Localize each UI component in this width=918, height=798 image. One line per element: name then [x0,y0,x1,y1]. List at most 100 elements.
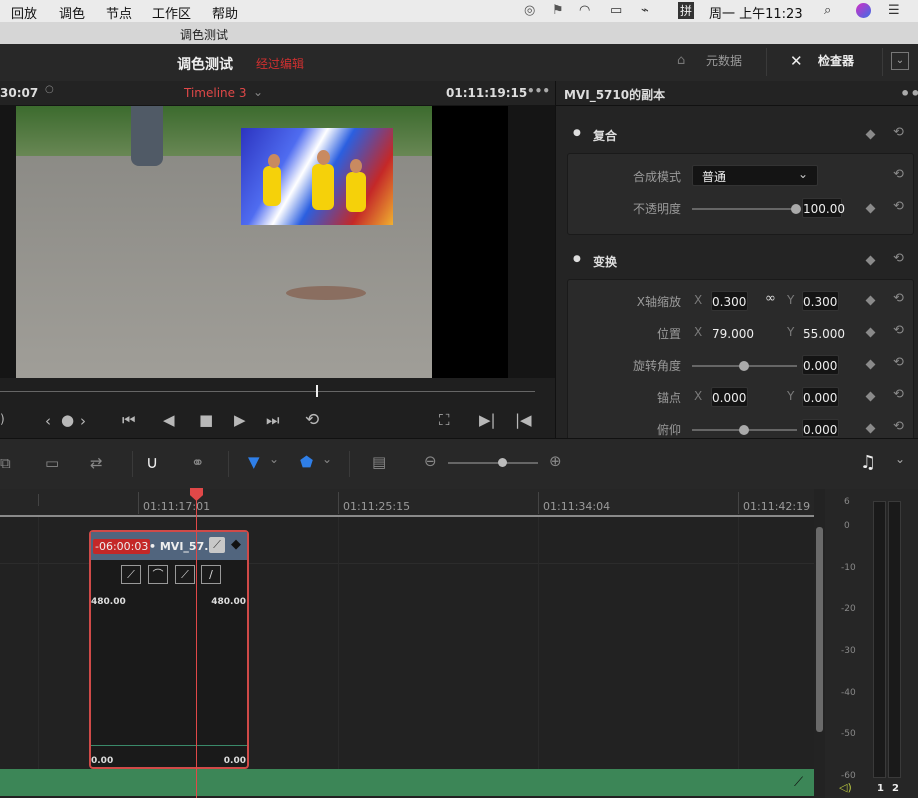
next-clip-icon[interactable]: › [80,412,86,430]
vscroll-thumb[interactable] [816,527,823,732]
go-to-end-icon[interactable]: ⏭ [266,411,280,429]
control-center-icon[interactable]: ☰ [888,3,900,18]
ease-in-curve-icon[interactable]: ⟋ [121,565,141,584]
play-reverse-icon[interactable]: ◀ [163,411,175,429]
ease-curve-icon[interactable]: ⌒ [148,565,168,584]
play-icon[interactable]: ▶ [234,411,246,429]
toolbar-divider [228,451,229,477]
playhead[interactable] [196,489,197,798]
audio-track-clip[interactable]: ⟋ [0,769,814,796]
flag-icon[interactable]: ▼ [248,453,260,471]
reset-icon[interactable]: ⟲ [893,323,904,338]
wifi-icon[interactable]: ◠ [579,3,590,18]
pitch-slider-knob[interactable] [739,425,749,435]
airplay-icon[interactable]: ▭ [610,3,622,18]
music-note-icon[interactable]: ♫ [860,452,876,473]
zoom-y-field[interactable]: 0.300 [802,291,839,311]
prev-clip-icon[interactable]: ‹ [45,412,51,430]
opacity-slider[interactable] [692,208,797,210]
section-toggle-icon[interactable]: ● [573,128,581,138]
curve-editor-icon[interactable]: ⟋ [209,537,225,553]
metadata-button[interactable]: 元数据 [706,52,742,69]
creative-cloud-icon[interactable]: ◎ [524,3,535,18]
zoom-slider[interactable] [448,462,538,464]
opacity-field[interactable]: 100.00 [802,198,845,218]
curve-bottom-right-value: 0.00 [223,756,246,766]
reset-icon[interactable]: ⟲ [893,355,904,370]
insert-clip-icon[interactable]: ▭ [45,454,59,472]
timeline-ruler[interactable]: 01:11:17:01 01:11:25:15 01:11:34:04 01:1… [0,489,814,521]
clock[interactable]: 周一 上午11:23 [709,3,803,22]
keyframe-icon[interactable]: ◆ [231,537,241,552]
go-to-start-icon[interactable]: ⏮ [122,411,136,429]
scrub-head[interactable] [316,385,318,397]
battery-icon[interactable]: ⌁ [641,3,649,18]
chevron-down-icon[interactable]: ⌄ [269,452,279,466]
next-edit-icon[interactable]: ▶| [479,411,496,429]
chevron-down-icon[interactable]: ⌄ [253,85,263,99]
replace-clip-icon[interactable]: ⇄ [90,454,103,472]
reset-icon[interactable]: ⟲ [893,387,904,402]
audio-icon[interactable]: ) [0,412,5,426]
clip-header[interactable]: -06:00:03 • MVI_57... ⟋ ◆ [91,532,247,560]
inspector-button[interactable]: 检查器 [818,52,854,69]
reset-icon[interactable]: ⟲ [893,125,904,140]
stop-icon[interactable]: ■ [199,411,213,429]
prev-edit-icon[interactable]: |◀ [515,411,532,429]
input-method-icon[interactable]: 拼 [678,2,695,19]
keyframe-icon[interactable] [865,255,876,266]
marker-icon[interactable]: ⬟ [300,453,313,471]
pitch-field[interactable]: 0.000 [802,419,839,437]
flag-icon[interactable]: ⚑ [552,3,564,18]
speaker-icon[interactable]: ◁) [839,781,852,794]
menu-nodes[interactable]: 节点 [106,3,132,22]
fit-frame-icon[interactable]: ⛶ [439,411,450,429]
reset-icon[interactable]: ⟲ [893,251,904,266]
scrubber[interactable] [0,378,555,404]
timeline-view-icon[interactable]: ⧉ [0,454,11,472]
collapse-panel-icon[interactable]: ⌄ [891,52,909,70]
reset-icon[interactable]: ⟲ [893,167,904,182]
chevron-down-icon[interactable]: ⌄ [895,452,905,466]
timeline-vscroll[interactable] [814,489,825,798]
zoom-out-icon[interactable]: ⊖ [424,452,437,470]
rotation-label: 旋转角度 [632,359,681,373]
keyframe-icon[interactable] [865,129,876,140]
clip-dot-icon[interactable]: ● [61,411,74,429]
zoom-slider-knob[interactable] [498,458,507,467]
menu-workspace[interactable]: 工作区 [152,3,191,22]
link-clips-icon[interactable]: ⚭ [191,453,204,472]
zoom-x-field[interactable]: 0.300 [711,291,748,311]
reset-icon[interactable]: ⟲ [893,291,904,306]
rotation-slider-knob[interactable] [739,361,749,371]
siri-icon[interactable] [856,3,871,18]
more-options-icon[interactable]: ••• [527,84,550,98]
timeline-selector[interactable]: Timeline 3 [184,86,246,100]
rotation-field[interactable]: 0.000 [802,355,839,375]
anchor-x-field[interactable]: 0.000 [711,387,748,407]
zoom-in-icon[interactable]: ⊕ [549,452,562,470]
curve-editor-icon[interactable]: ⟋ [794,775,803,790]
chevron-down-icon[interactable]: ⌄ [322,452,332,466]
composite-mode-dropdown[interactable]: 普通 ⌄ [692,165,818,186]
link-icon[interactable]: ∞ [765,291,776,306]
timeline-clip[interactable]: 480.00 480.00 0.00 0.00 ⟋ ⌒ ⟋ ∕ [89,530,249,769]
reset-icon[interactable]: ⟲ [893,419,904,434]
more-options-icon[interactable]: ••• [900,84,918,103]
linear-curve-icon[interactable]: ∕ [201,565,221,584]
curve-top-left-value: 480.00 [91,597,126,607]
loop-icon[interactable]: ⟲ [305,410,319,430]
menu-help[interactable]: 帮助 [212,3,238,22]
ease-out-curve-icon[interactable]: ⟋ [175,565,195,584]
snapping-icon[interactable]: ∪ [146,453,158,473]
reset-icon[interactable]: ⟲ [893,199,904,214]
position-y-field[interactable]: 55.000 [802,323,845,343]
search-icon[interactable]: ⌕ [824,3,831,18]
menu-color[interactable]: 调色 [59,3,85,22]
full-extent-zoom-icon[interactable]: ▤ [372,453,386,471]
section-toggle-icon[interactable]: ● [573,254,581,264]
opacity-slider-knob[interactable] [791,204,801,214]
position-x-field[interactable]: 79.000 [711,323,754,343]
anchor-y-field[interactable]: 0.000 [802,387,839,407]
menu-playback[interactable]: 回放 [11,3,37,22]
